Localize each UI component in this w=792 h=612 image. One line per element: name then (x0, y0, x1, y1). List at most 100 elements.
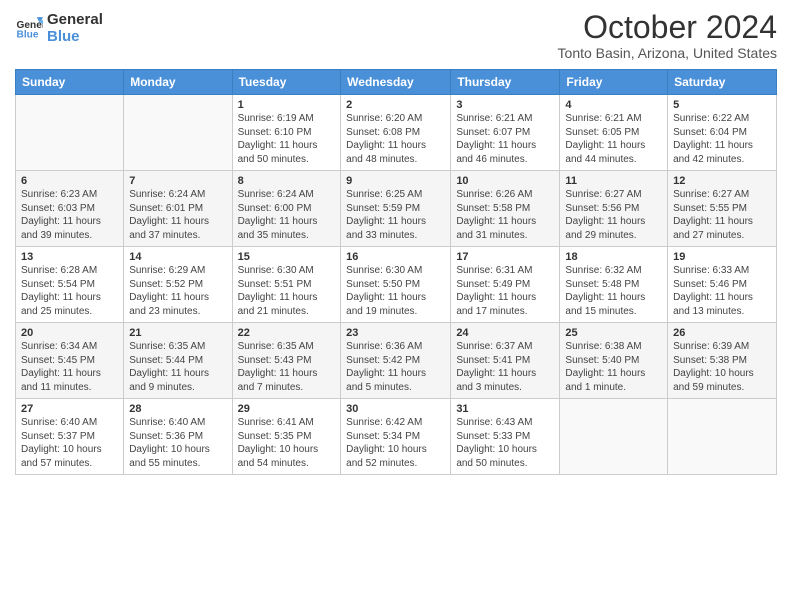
calendar-week-row: 20Sunrise: 6:34 AMSunset: 5:45 PMDayligh… (16, 323, 777, 399)
calendar-week-row: 1Sunrise: 6:19 AMSunset: 6:10 PMDaylight… (16, 95, 777, 171)
calendar-week-row: 13Sunrise: 6:28 AMSunset: 5:54 PMDayligh… (16, 247, 777, 323)
day-number: 7 (129, 175, 226, 187)
day-info: Sunrise: 6:19 AMSunset: 6:10 PMDaylight:… (238, 112, 336, 166)
day-number: 4 (565, 99, 662, 111)
day-info: Sunrise: 6:28 AMSunset: 5:54 PMDaylight:… (21, 264, 118, 318)
logo-icon: General Blue (15, 14, 43, 42)
day-info: Sunrise: 6:31 AMSunset: 5:49 PMDaylight:… (456, 264, 554, 318)
day-info: Sunrise: 6:29 AMSunset: 5:52 PMDaylight:… (129, 264, 226, 318)
day-number: 13 (21, 251, 118, 263)
day-number: 20 (21, 327, 118, 339)
day-info: Sunrise: 6:24 AMSunset: 6:01 PMDaylight:… (129, 188, 226, 242)
day-number: 3 (456, 99, 554, 111)
day-info: Sunrise: 6:38 AMSunset: 5:40 PMDaylight:… (565, 340, 662, 394)
calendar-cell: 21Sunrise: 6:35 AMSunset: 5:44 PMDayligh… (124, 323, 232, 399)
day-number: 12 (673, 175, 771, 187)
day-number: 21 (129, 327, 226, 339)
calendar-week-row: 6Sunrise: 6:23 AMSunset: 6:03 PMDaylight… (16, 171, 777, 247)
logo: General Blue General Blue (15, 10, 103, 45)
day-number: 15 (238, 251, 336, 263)
calendar-cell: 16Sunrise: 6:30 AMSunset: 5:50 PMDayligh… (341, 247, 451, 323)
calendar-table: SundayMondayTuesdayWednesdayThursdayFrid… (15, 69, 777, 475)
calendar-cell: 22Sunrise: 6:35 AMSunset: 5:43 PMDayligh… (232, 323, 341, 399)
subtitle: Tonto Basin, Arizona, United States (558, 45, 777, 61)
day-info: Sunrise: 6:21 AMSunset: 6:05 PMDaylight:… (565, 112, 662, 166)
day-number: 18 (565, 251, 662, 263)
calendar-cell: 20Sunrise: 6:34 AMSunset: 5:45 PMDayligh… (16, 323, 124, 399)
day-number: 16 (346, 251, 445, 263)
day-info: Sunrise: 6:30 AMSunset: 5:50 PMDaylight:… (346, 264, 445, 318)
day-info: Sunrise: 6:36 AMSunset: 5:42 PMDaylight:… (346, 340, 445, 394)
day-number: 11 (565, 175, 662, 187)
day-info: Sunrise: 6:37 AMSunset: 5:41 PMDaylight:… (456, 340, 554, 394)
day-info: Sunrise: 6:41 AMSunset: 5:35 PMDaylight:… (238, 416, 336, 470)
day-info: Sunrise: 6:34 AMSunset: 5:45 PMDaylight:… (21, 340, 118, 394)
day-info: Sunrise: 6:40 AMSunset: 5:36 PMDaylight:… (129, 416, 226, 470)
day-number: 24 (456, 327, 554, 339)
calendar-cell: 25Sunrise: 6:38 AMSunset: 5:40 PMDayligh… (560, 323, 668, 399)
day-number: 27 (21, 403, 118, 415)
calendar-cell: 10Sunrise: 6:26 AMSunset: 5:58 PMDayligh… (451, 171, 560, 247)
day-number: 22 (238, 327, 336, 339)
calendar-cell: 29Sunrise: 6:41 AMSunset: 5:35 PMDayligh… (232, 399, 341, 475)
calendar-header-cell: Thursday (451, 70, 560, 95)
day-info: Sunrise: 6:40 AMSunset: 5:37 PMDaylight:… (21, 416, 118, 470)
calendar-cell: 30Sunrise: 6:42 AMSunset: 5:34 PMDayligh… (341, 399, 451, 475)
calendar-cell: 2Sunrise: 6:20 AMSunset: 6:08 PMDaylight… (341, 95, 451, 171)
day-number: 14 (129, 251, 226, 263)
day-info: Sunrise: 6:23 AMSunset: 6:03 PMDaylight:… (21, 188, 118, 242)
calendar-cell: 18Sunrise: 6:32 AMSunset: 5:48 PMDayligh… (560, 247, 668, 323)
calendar-cell: 14Sunrise: 6:29 AMSunset: 5:52 PMDayligh… (124, 247, 232, 323)
day-number: 28 (129, 403, 226, 415)
calendar-body: 1Sunrise: 6:19 AMSunset: 6:10 PMDaylight… (16, 95, 777, 475)
day-info: Sunrise: 6:26 AMSunset: 5:58 PMDaylight:… (456, 188, 554, 242)
calendar-header-cell: Saturday (668, 70, 777, 95)
calendar-cell (124, 95, 232, 171)
calendar-header-cell: Sunday (16, 70, 124, 95)
day-number: 25 (565, 327, 662, 339)
day-number: 10 (456, 175, 554, 187)
calendar-cell: 11Sunrise: 6:27 AMSunset: 5:56 PMDayligh… (560, 171, 668, 247)
calendar-week-row: 27Sunrise: 6:40 AMSunset: 5:37 PMDayligh… (16, 399, 777, 475)
calendar-cell (16, 95, 124, 171)
main-title: October 2024 (558, 10, 777, 45)
day-info: Sunrise: 6:35 AMSunset: 5:43 PMDaylight:… (238, 340, 336, 394)
day-info: Sunrise: 6:25 AMSunset: 5:59 PMDaylight:… (346, 188, 445, 242)
day-number: 1 (238, 99, 336, 111)
calendar-cell: 31Sunrise: 6:43 AMSunset: 5:33 PMDayligh… (451, 399, 560, 475)
day-number: 8 (238, 175, 336, 187)
calendar-cell: 23Sunrise: 6:36 AMSunset: 5:42 PMDayligh… (341, 323, 451, 399)
calendar-header-cell: Wednesday (341, 70, 451, 95)
calendar-cell: 17Sunrise: 6:31 AMSunset: 5:49 PMDayligh… (451, 247, 560, 323)
calendar-cell: 5Sunrise: 6:22 AMSunset: 6:04 PMDaylight… (668, 95, 777, 171)
day-number: 29 (238, 403, 336, 415)
calendar-header-row: SundayMondayTuesdayWednesdayThursdayFrid… (16, 70, 777, 95)
calendar-header-cell: Friday (560, 70, 668, 95)
calendar-cell (668, 399, 777, 475)
calendar-header-cell: Tuesday (232, 70, 341, 95)
day-number: 17 (456, 251, 554, 263)
calendar-cell: 27Sunrise: 6:40 AMSunset: 5:37 PMDayligh… (16, 399, 124, 475)
day-number: 6 (21, 175, 118, 187)
calendar-cell: 3Sunrise: 6:21 AMSunset: 6:07 PMDaylight… (451, 95, 560, 171)
day-info: Sunrise: 6:43 AMSunset: 5:33 PMDaylight:… (456, 416, 554, 470)
calendar-cell: 19Sunrise: 6:33 AMSunset: 5:46 PMDayligh… (668, 247, 777, 323)
calendar-cell: 7Sunrise: 6:24 AMSunset: 6:01 PMDaylight… (124, 171, 232, 247)
calendar-header-cell: Monday (124, 70, 232, 95)
svg-text:Blue: Blue (17, 29, 39, 40)
day-info: Sunrise: 6:33 AMSunset: 5:46 PMDaylight:… (673, 264, 771, 318)
day-info: Sunrise: 6:21 AMSunset: 6:07 PMDaylight:… (456, 112, 554, 166)
day-number: 23 (346, 327, 445, 339)
day-number: 31 (456, 403, 554, 415)
calendar-cell: 28Sunrise: 6:40 AMSunset: 5:36 PMDayligh… (124, 399, 232, 475)
day-number: 26 (673, 327, 771, 339)
day-number: 9 (346, 175, 445, 187)
day-info: Sunrise: 6:20 AMSunset: 6:08 PMDaylight:… (346, 112, 445, 166)
title-block: October 2024 Tonto Basin, Arizona, Unite… (558, 10, 777, 61)
day-number: 30 (346, 403, 445, 415)
calendar-cell: 13Sunrise: 6:28 AMSunset: 5:54 PMDayligh… (16, 247, 124, 323)
day-info: Sunrise: 6:35 AMSunset: 5:44 PMDaylight:… (129, 340, 226, 394)
page-header: General Blue General Blue October 2024 T… (15, 10, 777, 61)
calendar-cell: 6Sunrise: 6:23 AMSunset: 6:03 PMDaylight… (16, 171, 124, 247)
day-info: Sunrise: 6:30 AMSunset: 5:51 PMDaylight:… (238, 264, 336, 318)
